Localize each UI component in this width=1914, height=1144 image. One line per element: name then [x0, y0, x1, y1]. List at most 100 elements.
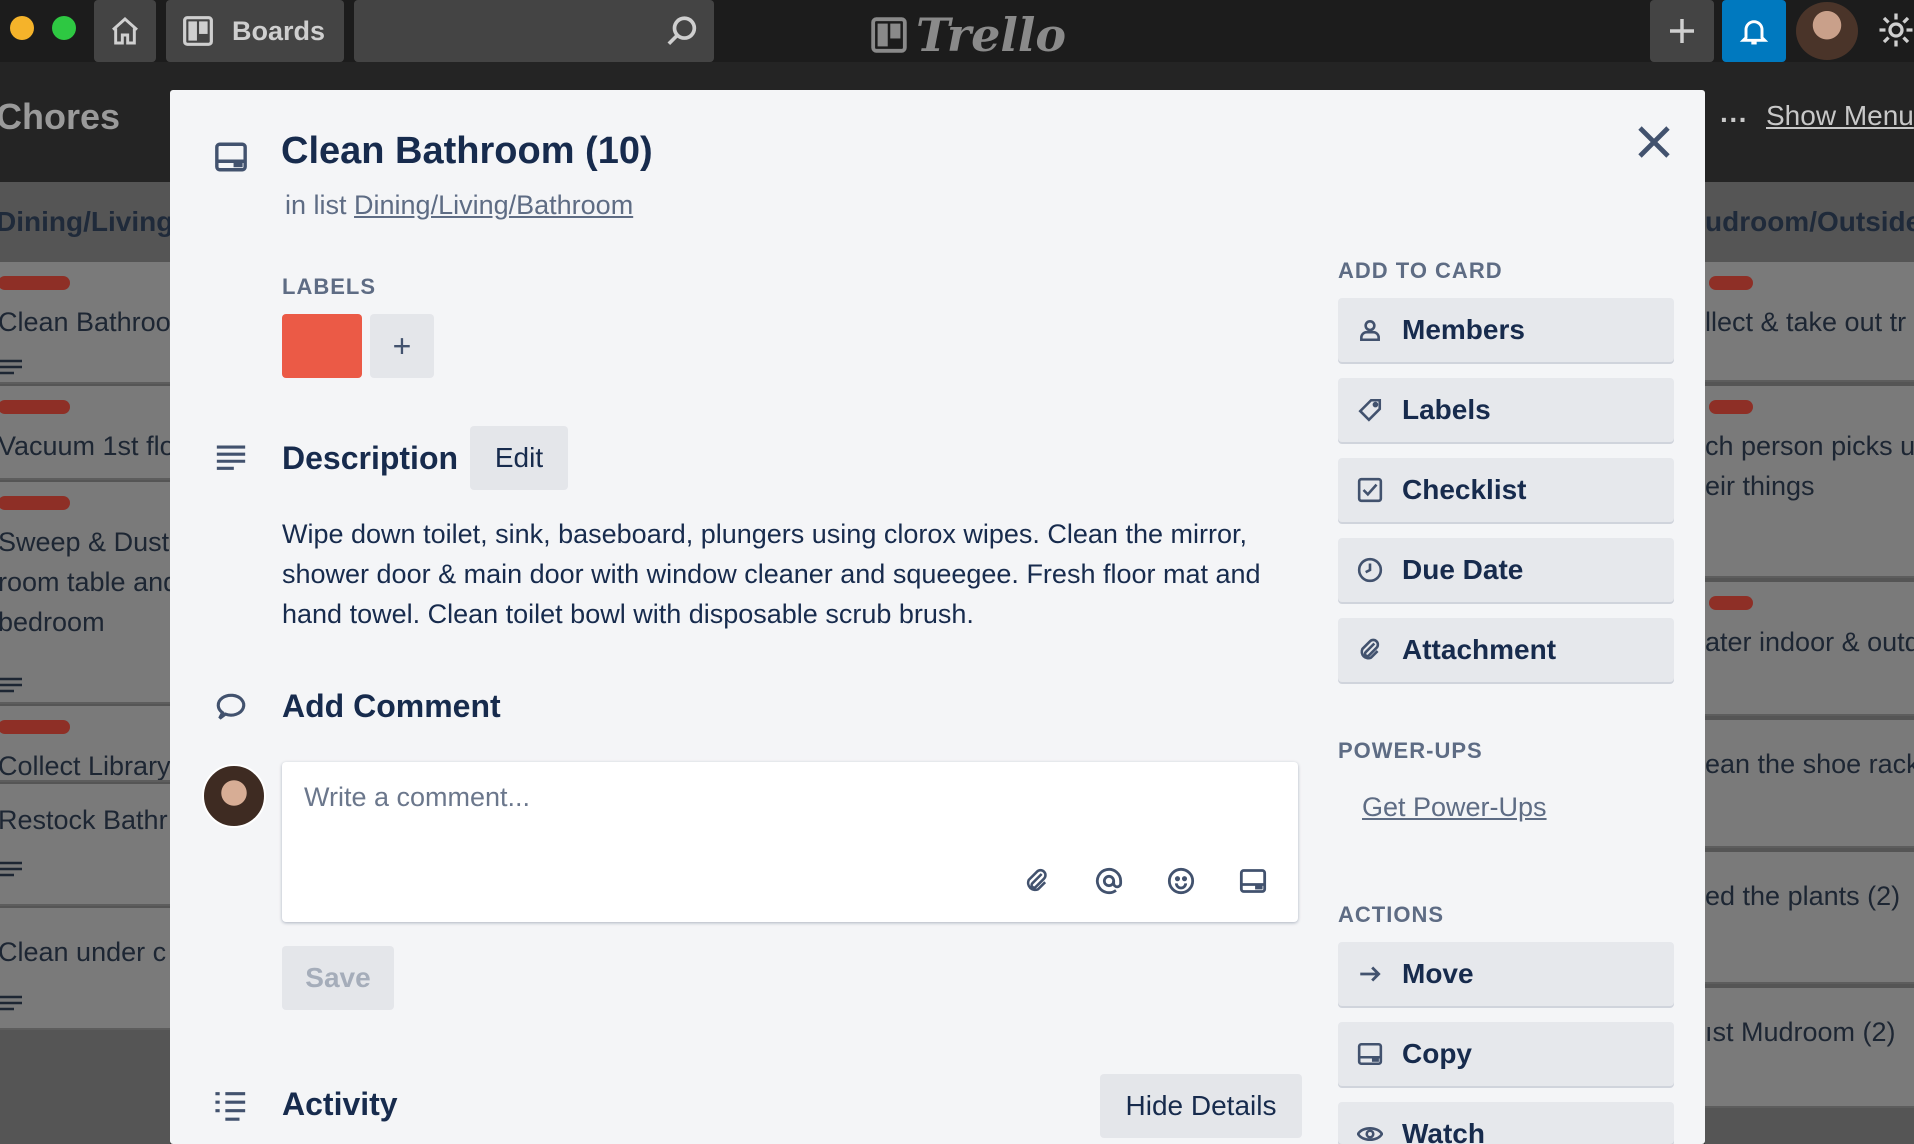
save-comment-button[interactable]: Save	[282, 946, 394, 1010]
labels-heading: Labels	[282, 274, 376, 299]
watch-button[interactable]: Watch	[1338, 1102, 1674, 1144]
paperclip-icon[interactable]	[1020, 864, 1054, 898]
plus-icon: +	[392, 327, 412, 364]
list-card[interactable]: Restock Bathr	[0, 784, 170, 906]
card-label	[1709, 596, 1753, 610]
create-button[interactable]	[1650, 0, 1714, 62]
boards-icon	[183, 16, 213, 46]
add-to-card-heading: Add to Card	[1338, 258, 1503, 283]
attachment-label: Attachment	[1402, 634, 1557, 665]
list-card[interactable]: llect & take out tr	[1705, 262, 1914, 382]
attachment-button[interactable]: Attachment	[1338, 618, 1674, 682]
labels-button[interactable]: Labels	[1338, 378, 1674, 442]
show-menu-link[interactable]: Show Menu	[1766, 100, 1914, 132]
board-list-left: Dining/Living Clean Bathroo Vacuum 1st f…	[0, 182, 170, 1144]
close-button[interactable]	[1630, 118, 1678, 166]
list-title[interactable]: udroom/Outside	[1705, 206, 1914, 238]
card-label	[1709, 400, 1753, 414]
label-chip-red[interactable]	[282, 314, 362, 378]
user-avatar[interactable]	[1796, 2, 1858, 60]
window-minimize-button[interactable]	[10, 16, 34, 40]
card-label	[0, 496, 70, 510]
move-label: Move	[1402, 958, 1474, 989]
card-detail-modal: Clean Bathroom (10) in list Dining/Livin…	[170, 90, 1705, 1144]
emoji-icon[interactable]	[1164, 864, 1198, 898]
clock-icon	[1338, 538, 1402, 602]
plus-icon	[1670, 19, 1694, 43]
notifications-button[interactable]	[1722, 0, 1786, 62]
list-card[interactable]: Clean Bathroo	[0, 262, 170, 384]
card-title: ıst Mudroom (2)	[1705, 1017, 1896, 1047]
card-icon	[1338, 1022, 1402, 1086]
board-title[interactable]: Chores	[0, 96, 120, 138]
labels-label: Labels	[1402, 394, 1491, 425]
move-button[interactable]: Move	[1338, 942, 1674, 1006]
list-card[interactable]: Collect Library	[0, 706, 170, 782]
card-label	[0, 720, 70, 734]
search-input[interactable]	[354, 0, 714, 62]
list-card[interactable]: ıst Mudroom (2)	[1705, 988, 1914, 1108]
comment-composer[interactable]	[282, 762, 1298, 922]
bell-icon	[1739, 20, 1769, 45]
card-list-info: in list Dining/Living/Bathroom	[285, 190, 633, 221]
description-text[interactable]: Wipe down toilet, sink, baseboard, plung…	[282, 514, 1322, 634]
card-label	[1709, 276, 1753, 290]
add-label-button[interactable]: +	[370, 314, 434, 378]
description-icon	[214, 440, 248, 479]
card-title: Clean under c	[0, 937, 167, 967]
get-power-ups-link[interactable]: Get Power-Ups	[1362, 792, 1547, 823]
board-list-right: udroom/Outside llect & take out tr ch pe…	[1705, 182, 1914, 1144]
watch-label: Watch	[1402, 1118, 1485, 1144]
comment-icon	[214, 690, 248, 729]
card-title: ater indoor & outd	[1705, 627, 1914, 657]
list-card[interactable]: ed the plants (2)	[1705, 852, 1914, 984]
members-button[interactable]: Members	[1338, 298, 1674, 362]
description-heading: Description	[282, 440, 459, 476]
card-label	[0, 400, 70, 414]
commenter-avatar	[202, 764, 266, 828]
settings-gear-icon[interactable]	[1878, 12, 1914, 53]
in-list-prefix: in list	[285, 190, 347, 220]
trello-logo[interactable]: Trello	[870, 8, 1066, 62]
edit-description-button[interactable]: Edit	[470, 426, 568, 490]
home-button[interactable]	[94, 0, 156, 62]
list-card[interactable]: Sweep & Dust room table and bedroom	[0, 482, 170, 704]
card-title[interactable]: Clean Bathroom (10)	[281, 130, 653, 173]
activity-heading: Activity	[282, 1086, 398, 1122]
list-name-link[interactable]: Dining/Living/Bathroom	[354, 190, 633, 220]
window-zoom-button[interactable]	[52, 16, 76, 40]
copy-button[interactable]: Copy	[1338, 1022, 1674, 1086]
trello-logo-icon	[871, 17, 907, 53]
board-more-icon[interactable]: ···	[1720, 104, 1748, 136]
card-title: Sweep & Dust room table and bedroom	[0, 527, 170, 637]
list-card[interactable]: ean the shoe rack	[1705, 720, 1914, 848]
mention-icon[interactable]	[1092, 864, 1126, 898]
card-icon	[214, 140, 248, 179]
arrow-right-icon	[1338, 942, 1402, 1006]
attach-card-icon[interactable]	[1236, 864, 1270, 898]
paperclip-icon	[1338, 618, 1402, 682]
close-icon	[1638, 126, 1670, 158]
card-title: ean the shoe rack	[1705, 749, 1914, 779]
checklist-button[interactable]: Checklist	[1338, 458, 1674, 522]
logo-text: Trello	[916, 8, 1067, 62]
add-comment-heading: Add Comment	[282, 688, 501, 724]
due-date-button[interactable]: Due Date	[1338, 538, 1674, 602]
list-card[interactable]: Vacuum 1st flo	[0, 386, 170, 480]
tag-icon	[1338, 378, 1402, 442]
home-icon	[112, 17, 138, 45]
search-icon	[666, 14, 700, 53]
list-card[interactable]: ater indoor & outd	[1705, 582, 1914, 716]
list-card[interactable]: ch person picks u eir things	[1705, 386, 1914, 578]
top-header: Boards Trello	[0, 0, 1914, 62]
boards-button[interactable]: Boards	[166, 0, 344, 62]
comment-input[interactable]	[304, 782, 1264, 842]
members-label: Members	[1402, 314, 1525, 345]
activity-icon	[214, 1088, 248, 1127]
description-icon	[0, 677, 22, 693]
person-icon	[1338, 298, 1402, 362]
list-card[interactable]: Clean under c	[0, 908, 170, 1030]
list-title[interactable]: Dining/Living	[0, 206, 170, 238]
card-title: ed the plants (2)	[1705, 881, 1901, 911]
hide-details-button[interactable]: Hide Details	[1100, 1074, 1302, 1138]
